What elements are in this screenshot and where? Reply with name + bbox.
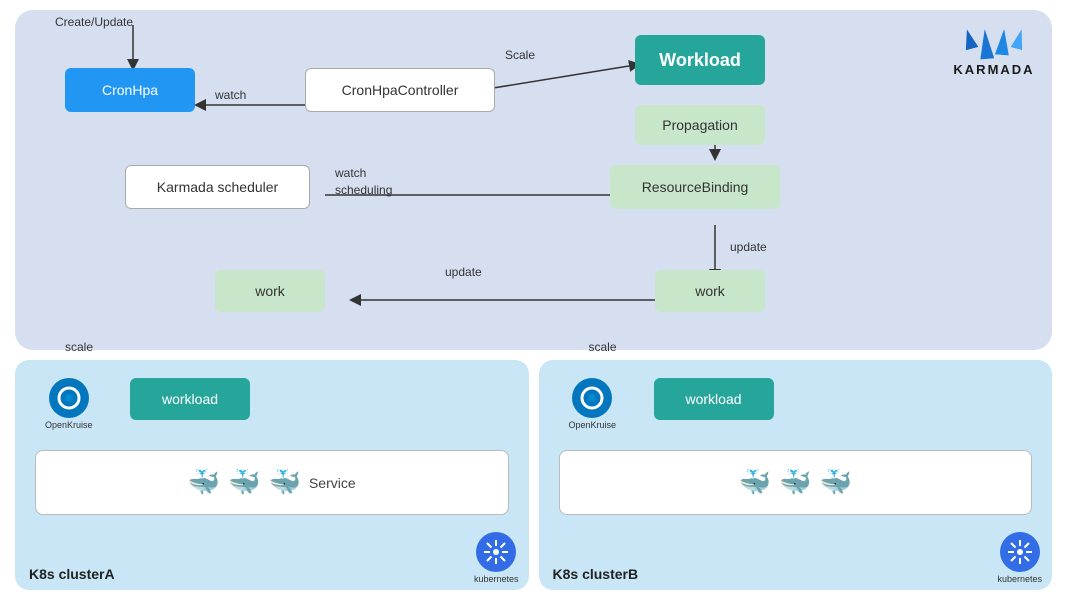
k8s-a-logo: kubernetes <box>474 532 519 584</box>
k8s-wheel-icon-b <box>1006 538 1034 566</box>
cluster-a-label: K8s clusterA <box>29 566 115 582</box>
cronhpa-controller-node: CronHpaController <box>305 68 495 112</box>
karmada-sails-icon <box>963 29 1025 59</box>
docker-icon-a2: 🐳 <box>228 467 260 498</box>
main-container: KARMADA <box>15 10 1052 590</box>
docker-icon-b3: 🐳 <box>819 467 851 498</box>
clusters-row: scale OpenKruise workload <box>15 360 1052 590</box>
openkruise-b-text: OpenKruise <box>569 420 617 430</box>
work-right-node: work <box>655 270 765 312</box>
work-left-node: work <box>215 270 325 312</box>
docker-icon-a1: 🐳 <box>188 467 220 498</box>
karmada-scheduler-node: Karmada scheduler <box>125 165 310 209</box>
update-right-label: update <box>730 240 767 254</box>
k8s-b-text: kubernetes <box>997 574 1042 584</box>
resource-binding-node: ResourceBinding <box>610 165 780 209</box>
propagation-node: Propagation <box>635 105 765 145</box>
service-area-b: 🐳 🐳 🐳 <box>559 450 1033 515</box>
workload-node: Workload <box>635 35 765 85</box>
docker-icon-b2: 🐳 <box>779 467 811 498</box>
docker-icon-b1: 🐳 <box>739 467 771 498</box>
openkruise-a-text: OpenKruise <box>45 420 93 430</box>
cluster-b-region: scale OpenKruise workload 🐳 🐳 🐳 <box>539 360 1053 590</box>
openkruise-icon <box>56 385 82 411</box>
update-left-label: update <box>445 265 482 279</box>
karmada-text: KARMADA <box>953 62 1034 77</box>
cluster-a-workload: workload <box>130 378 250 420</box>
k8s-a-text: kubernetes <box>474 574 519 584</box>
scale-label: Scale <box>505 48 535 62</box>
cluster-b-workload: workload <box>654 378 774 420</box>
service-a-text: Service <box>309 475 356 491</box>
cluster-b-scale-label: scale <box>589 340 617 354</box>
watch-label: watch <box>215 88 246 102</box>
karmada-region: KARMADA <box>15 10 1052 350</box>
k8s-wheel-icon-a <box>482 538 510 566</box>
cluster-a-region: scale OpenKruise workload <box>15 360 529 590</box>
openkruise-a-logo: OpenKruise <box>45 378 93 430</box>
cronhpa-node: CronHpa <box>65 68 195 112</box>
k8s-b-logo: kubernetes <box>997 532 1042 584</box>
cluster-b-label: K8s clusterB <box>553 566 639 582</box>
openkruise-b-logo: OpenKruise <box>569 378 617 430</box>
cluster-a-scale-label: scale <box>65 340 93 354</box>
service-area-a: 🐳 🐳 🐳 Service <box>35 450 509 515</box>
docker-icon-a3: 🐳 <box>269 467 301 498</box>
karmada-logo: KARMADA <box>944 18 1044 88</box>
create-update-label: Create/Update <box>55 15 133 29</box>
openkruise-icon-b <box>579 385 605 411</box>
watch-scheduling-label: watch scheduling <box>335 165 392 199</box>
